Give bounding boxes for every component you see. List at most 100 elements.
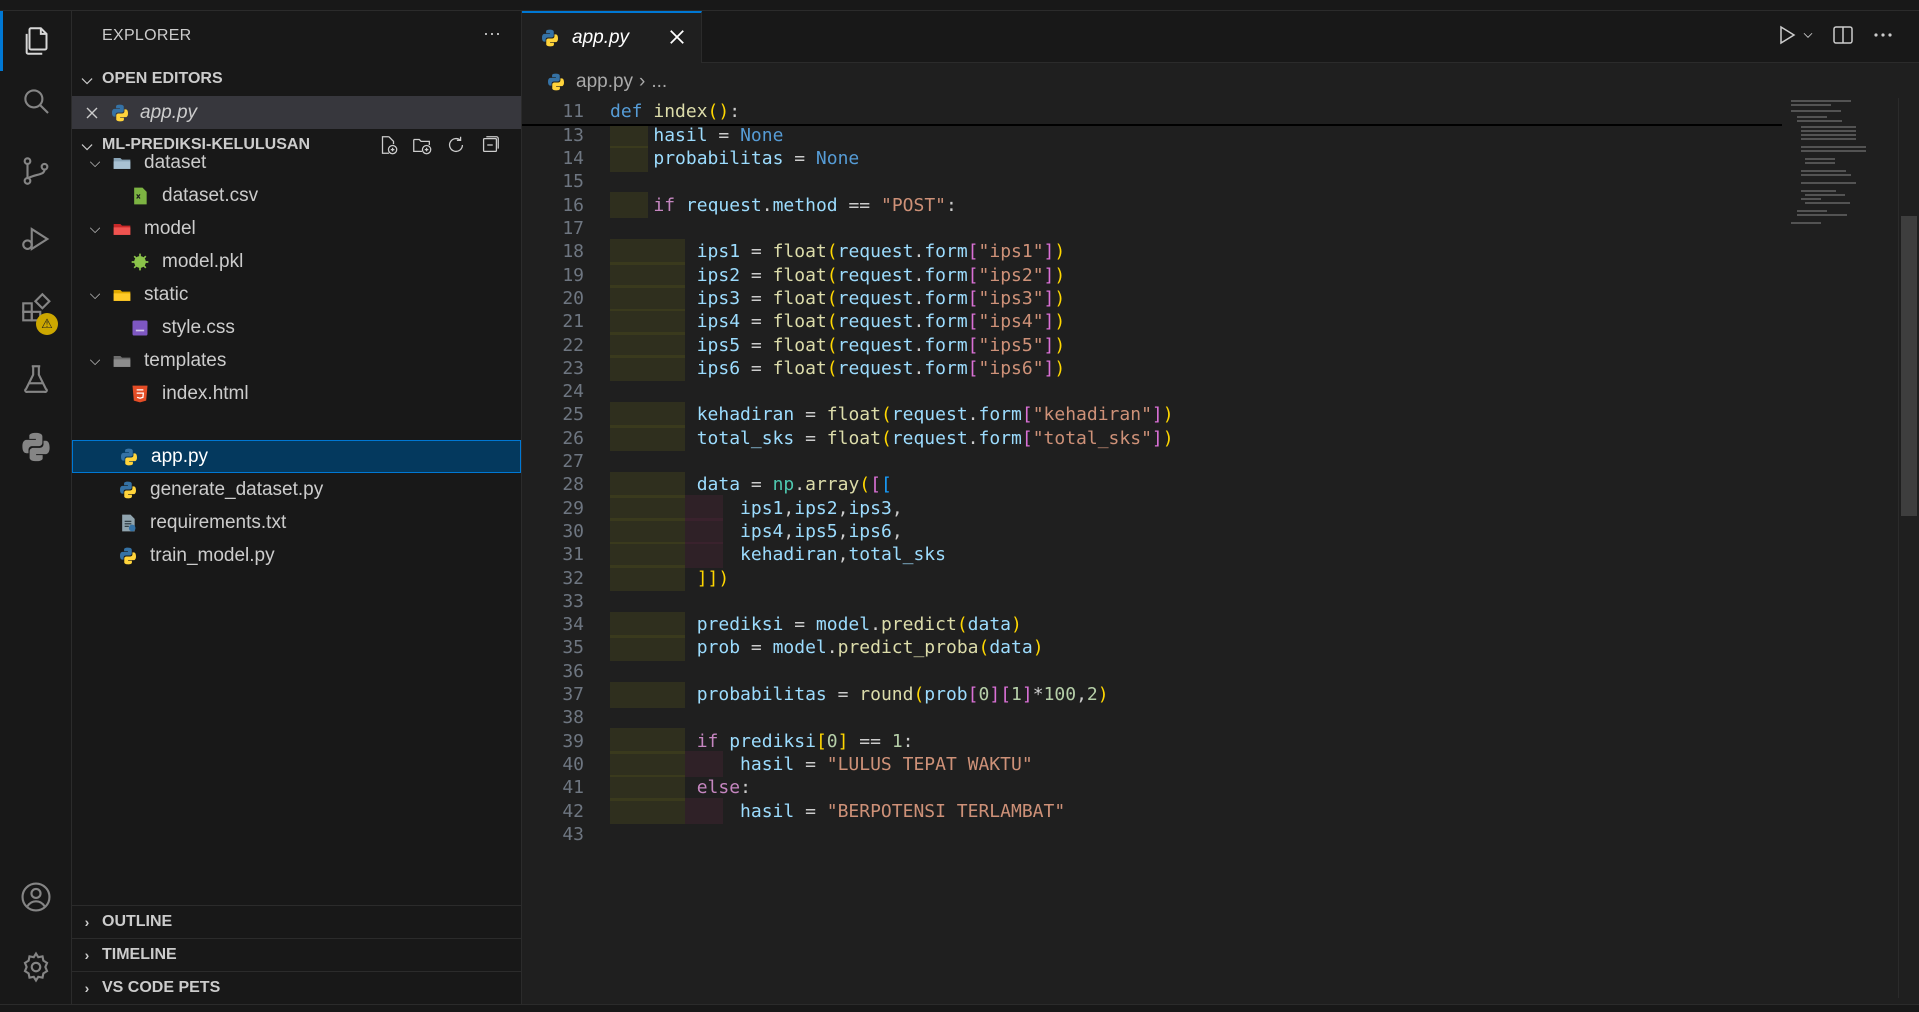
tree-file-model-pkl[interactable]: model.pkl: [72, 245, 521, 278]
close-icon[interactable]: [84, 105, 110, 121]
breadcrumb-file[interactable]: app.py: [576, 71, 633, 93]
code-text: if request.method == "POST":: [653, 194, 957, 216]
static-folder-icon: [113, 289, 131, 301]
chevron-down-icon[interactable]: [1801, 23, 1815, 47]
tree-folder-templates[interactable]: ⌵ templates: [72, 344, 521, 377]
line-number: 17: [562, 218, 584, 239]
code-text: ]]): [696, 567, 730, 589]
tree-label: index.html: [162, 382, 249, 404]
code-text: else:: [696, 777, 751, 799]
open-editor-item-app-py[interactable]: app.py: [72, 96, 521, 129]
tree-label: templates: [144, 349, 227, 371]
html-file-icon: [132, 385, 148, 402]
tree-file-generate-dataset-py[interactable]: generate_dataset.py: [72, 473, 521, 506]
chevron-down-icon: ⌵: [89, 352, 101, 368]
run-debug-icon[interactable]: [0, 209, 72, 269]
code-text: kehadiran,total_sks: [740, 544, 946, 566]
line-number: 19: [562, 264, 584, 286]
tree-label: dataset.csv: [162, 184, 259, 206]
line-number: 42: [562, 800, 584, 822]
open-editors-label: OPEN EDITORS: [102, 70, 223, 87]
code-text: def index():: [610, 100, 741, 122]
csv-file-icon: [134, 187, 147, 204]
tree-file-style-css[interactable]: style.css: [72, 311, 521, 344]
minimap[interactable]: [1787, 98, 1897, 238]
timeline-section-header[interactable]: › TIMELINE: [72, 938, 521, 971]
line-number: 39: [562, 730, 584, 752]
outline-label: OUTLINE: [102, 913, 173, 930]
line-number: 11: [562, 100, 584, 122]
tree-folder-static[interactable]: ⌵ static: [72, 278, 521, 311]
tree-label: style.css: [162, 316, 235, 338]
tree-file-app-py[interactable]: app.py: [72, 440, 521, 473]
code-text: ips4 = float(request.form["ips4"]): [696, 311, 1066, 333]
more-actions-icon[interactable]: [1871, 23, 1895, 47]
line-number: 18: [562, 241, 584, 263]
python-icon[interactable]: [0, 417, 72, 477]
pickle-file-icon: [131, 253, 149, 270]
more-actions-button[interactable]: ···: [483, 23, 501, 44]
extensions-warning-badge: ⚠: [36, 313, 58, 335]
chevron-down-icon: ⌵: [89, 286, 101, 302]
line-number: 23: [562, 357, 584, 379]
line-number: 26: [562, 427, 584, 449]
extensions-icon[interactable]: ⚠: [0, 279, 72, 339]
code-text: ips1,ips2,ips3,: [740, 497, 903, 519]
code-text: probabilitas = None: [653, 148, 860, 170]
account-icon[interactable]: [0, 867, 72, 927]
tab-app-py[interactable]: app.py: [522, 11, 702, 63]
timeline-label: TIMELINE: [102, 946, 177, 963]
python-icon: [548, 73, 564, 91]
search-icon[interactable]: [0, 71, 72, 131]
tree-folder-dataset[interactable]: ⌵ dataset: [72, 146, 521, 179]
line-number: 38: [562, 707, 584, 729]
line-number: 15: [562, 171, 584, 193]
tree-label: static: [144, 283, 189, 305]
vscode-pets-section-header[interactable]: › VS CODE PETS: [72, 971, 521, 1004]
line-number: 36: [562, 660, 584, 682]
line-number: 24: [562, 381, 584, 403]
split-editor-icon[interactable]: [1831, 23, 1855, 47]
vertical-scrollbar[interactable]: [1898, 98, 1919, 998]
code-text: hasil = "LULUS TEPAT WAKTU": [740, 753, 1033, 775]
code-text: prediksi = model.predict(data): [696, 614, 1022, 636]
tree-file-train-model-py[interactable]: train_model.py: [72, 539, 521, 572]
scrollbar-thumb[interactable]: [1901, 216, 1917, 516]
code-text: if prediksi[0] == 1:: [696, 730, 914, 752]
templates-folder-icon: [113, 355, 131, 367]
open-editor-label: app.py: [140, 101, 198, 123]
close-tab-icon[interactable]: [667, 27, 687, 47]
tab-label: app.py: [572, 27, 630, 48]
outline-section-header[interactable]: › OUTLINE: [72, 905, 521, 938]
editor-area: app.py app.py › ... 13 hasil = None 14 pr…: [522, 11, 1919, 1004]
code-text: ips5 = float(request.form["ips5"]): [696, 334, 1066, 356]
tree-file-requirements-txt[interactable]: requirements.txt: [72, 506, 521, 539]
line-number: 28: [562, 474, 584, 496]
activity-bar: ⚠: [0, 11, 72, 1004]
code-text: data = np.array([[: [696, 474, 892, 496]
code-text: ips1 = float(request.form["ips1"]): [696, 241, 1066, 263]
code-text: ips6 = float(request.form["ips6"]): [696, 357, 1066, 379]
sticky-scroll-line[interactable]: 11 def index():: [522, 98, 1782, 126]
line-number: 33: [562, 590, 584, 612]
python-icon: [120, 481, 136, 498]
line-number: 14: [562, 148, 584, 170]
tree-label: model: [144, 217, 196, 239]
breadcrumb-symbols[interactable]: ...: [651, 71, 667, 93]
code-editor[interactable]: 13 hasil = None 14 probabilitas = None 15 1…: [522, 98, 1782, 998]
source-control-icon[interactable]: [0, 141, 72, 201]
code-text: hasil = None: [653, 124, 784, 146]
run-file-icon[interactable]: [1775, 23, 1799, 47]
tree-label: generate_dataset.py: [150, 478, 324, 500]
chevron-right-icon: ›: [84, 980, 90, 996]
line-number: 34: [562, 614, 584, 636]
testing-icon[interactable]: [0, 349, 72, 409]
tree-folder-model[interactable]: ⌵ model: [72, 212, 521, 245]
tree-file-dataset-csv[interactable]: dataset.csv: [72, 179, 521, 212]
tree-file-index-html[interactable]: index.html: [72, 377, 521, 410]
code-line[interactable]: 43: [522, 820, 1782, 848]
open-editors-header[interactable]: ⌵ OPEN EDITORS: [72, 63, 521, 95]
manage-gear-icon[interactable]: [0, 937, 72, 997]
title-bar: [0, 0, 1919, 11]
explorer-icon[interactable]: [0, 11, 72, 71]
